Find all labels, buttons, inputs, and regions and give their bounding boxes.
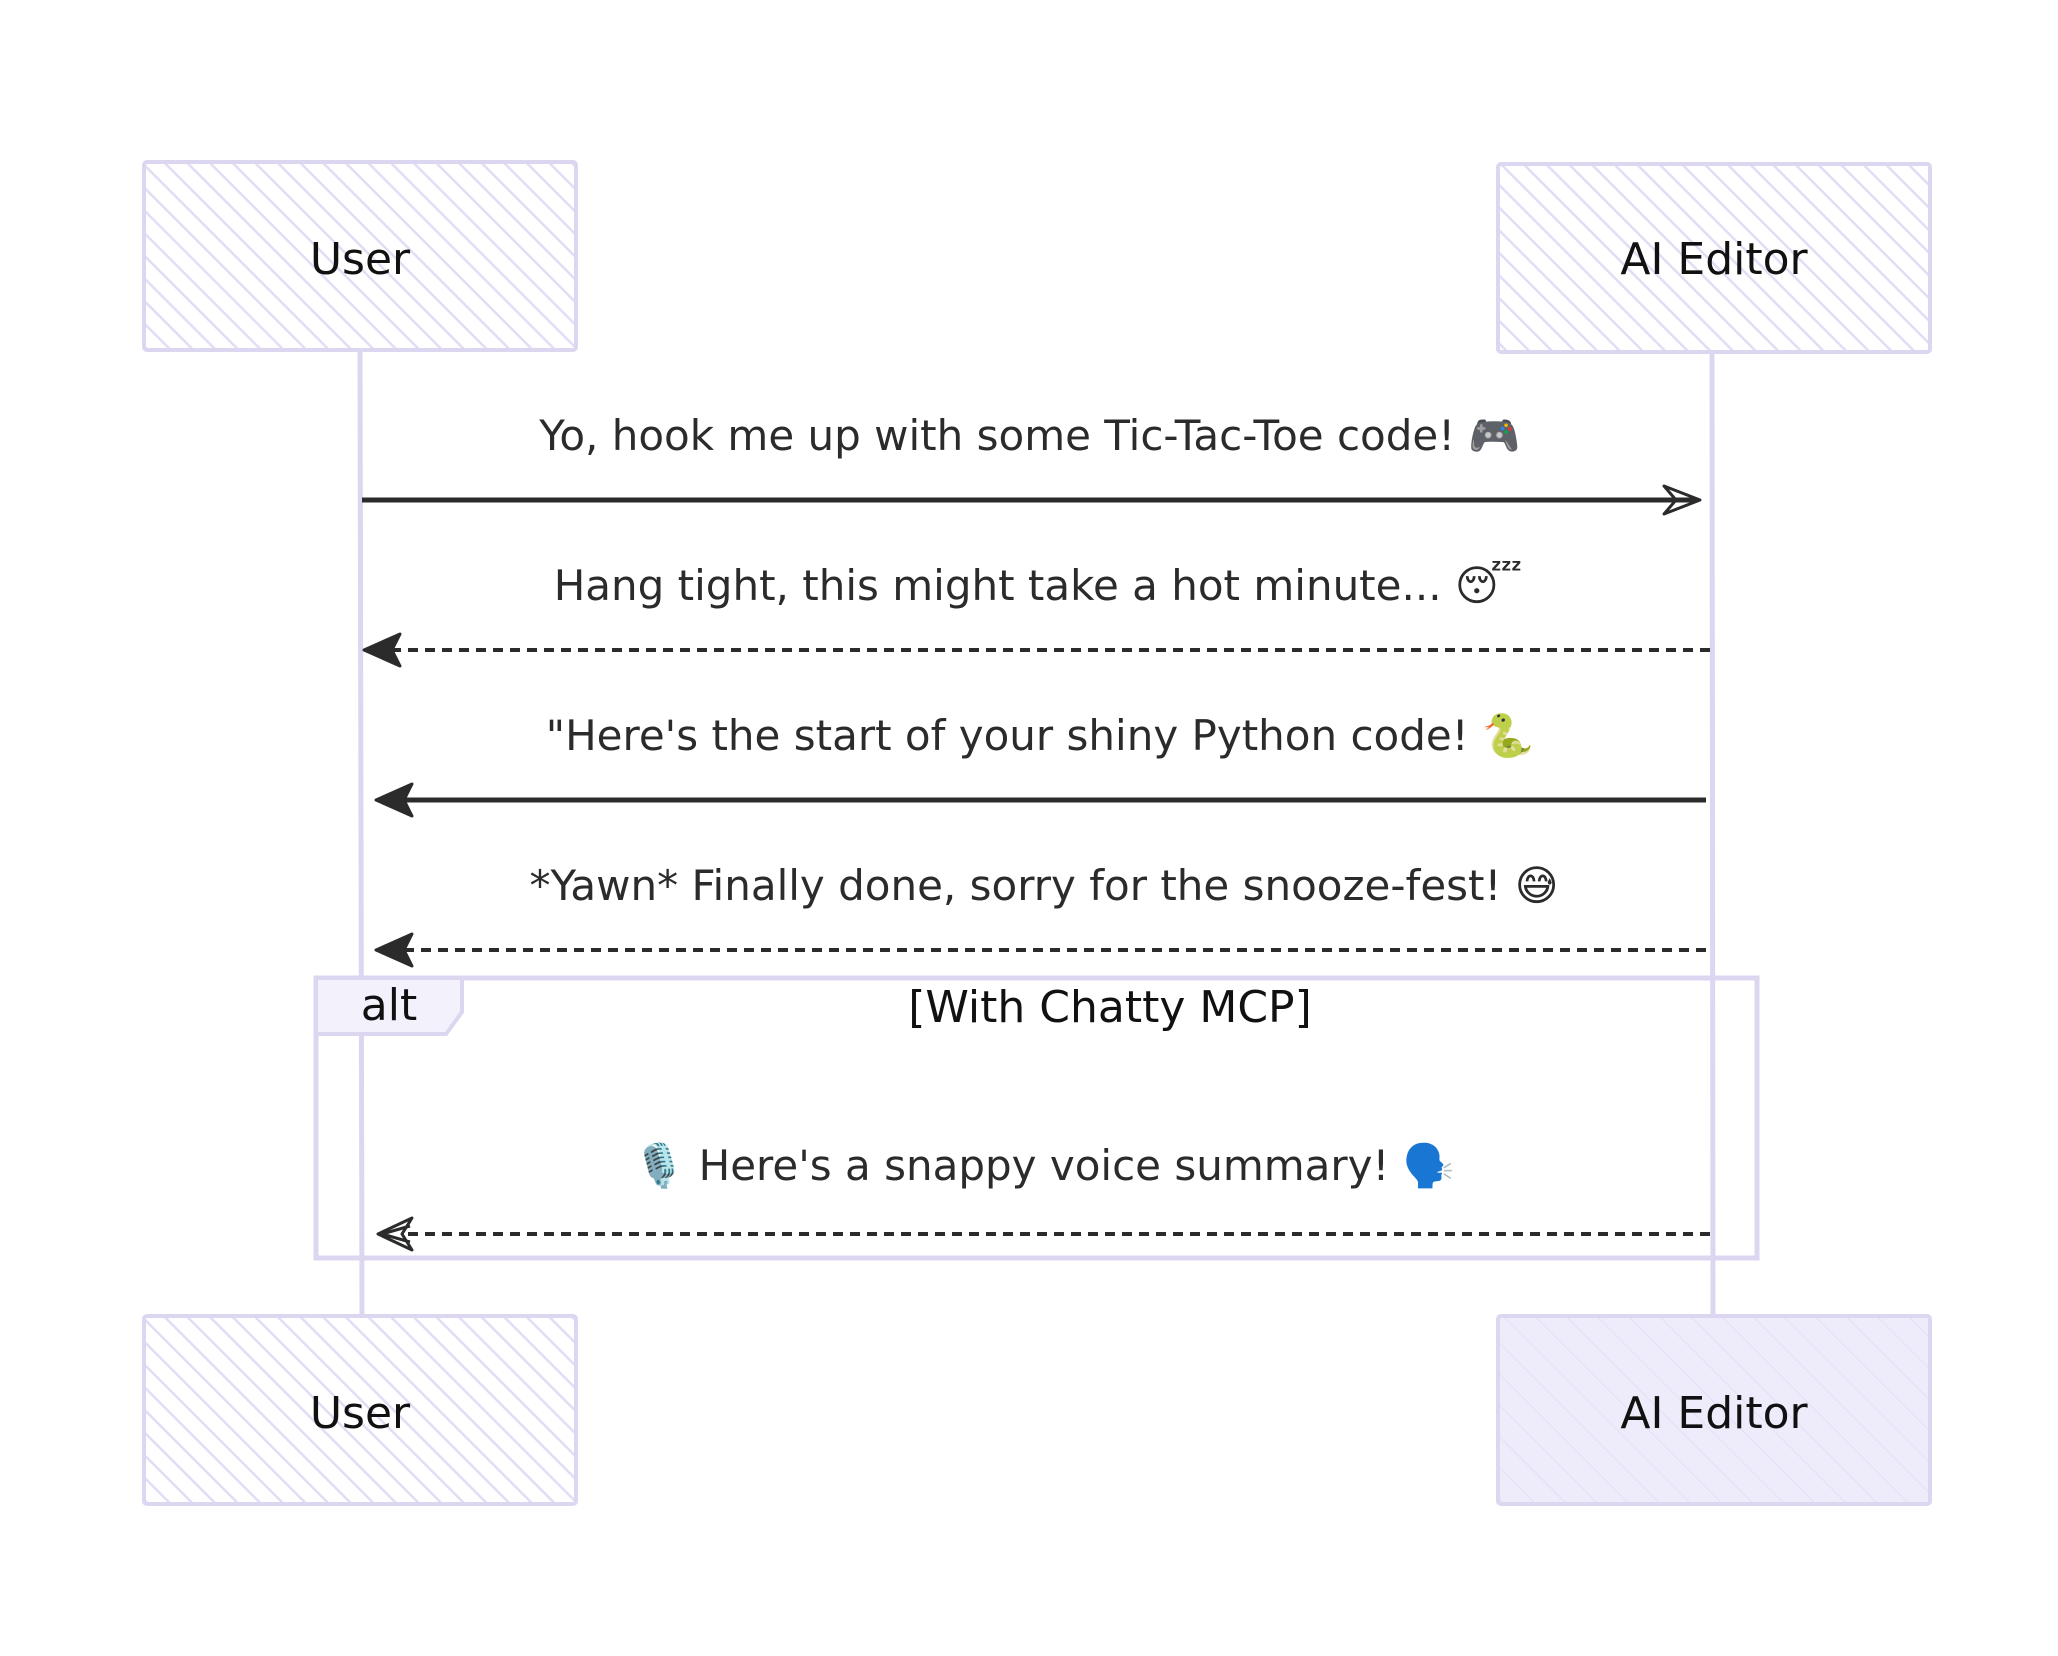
participant-ai-editor-top: AI Editor xyxy=(1496,162,1932,354)
participant-user-top: User xyxy=(142,160,578,352)
participant-ai-editor-bottom: AI Editor xyxy=(1496,1314,1932,1506)
message-3: "Here's the start of your shiny Python c… xyxy=(374,711,1706,818)
alt-condition: [With Chatty MCP] xyxy=(908,982,1312,1033)
participant-user-bottom-label: User xyxy=(310,1388,411,1439)
message-4-label: *Yawn* Finally done, sorry for the snooz… xyxy=(530,861,1559,910)
alt-block: alt [With Chatty MCP] xyxy=(313,975,1760,1261)
sequence-diagram: alt [With Chatty MCP] User AI Editor Use… xyxy=(142,160,1932,1506)
message-4: *Yawn* Finally done, sorry for the snooz… xyxy=(374,861,1706,968)
participant-ai-editor-top-label: AI Editor xyxy=(1620,234,1808,285)
participant-user-bottom: User xyxy=(142,1314,578,1506)
alt-message-label: 🎙️ Here's a snappy voice summary! 🗣️ xyxy=(633,1141,1455,1190)
alt-keyword: alt xyxy=(361,980,417,1031)
message-1-label: Yo, hook me up with some Tic-Tac-Toe cod… xyxy=(538,411,1520,460)
participant-ai-editor-bottom-label: AI Editor xyxy=(1620,1388,1808,1439)
lifeline-user xyxy=(357,349,365,1319)
alt-message: 🎙️ Here's a snappy voice summary! 🗣️ xyxy=(376,1141,1710,1252)
message-2: Hang tight, this might take a hot minute… xyxy=(362,561,1710,668)
lifeline-ai-editor xyxy=(1709,349,1716,1319)
message-1: Yo, hook me up with some Tic-Tac-Toe cod… xyxy=(362,411,1702,516)
message-3-label: "Here's the start of your shiny Python c… xyxy=(546,711,1534,760)
alt-message-arrowhead xyxy=(376,1216,414,1252)
participant-user-top-label: User xyxy=(310,234,411,285)
message-2-label: Hang tight, this might take a hot minute… xyxy=(554,561,1523,610)
